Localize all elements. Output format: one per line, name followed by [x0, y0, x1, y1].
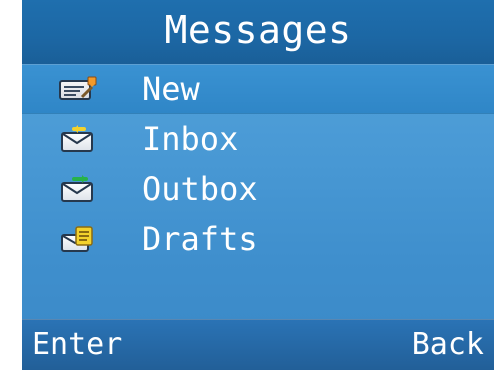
back-softkey[interactable]: Back	[412, 330, 484, 360]
menu-item-outbox[interactable]: Outbox	[22, 164, 494, 214]
title-bar: Messages	[22, 0, 494, 64]
menu-item-label: Inbox	[142, 120, 239, 158]
inbox-icon	[58, 125, 98, 153]
menu-item-label: Drafts	[142, 220, 258, 258]
menu-item-label: New	[142, 70, 200, 108]
new-message-icon	[58, 75, 98, 103]
menu-item-new[interactable]: New	[22, 64, 494, 114]
menu-item-inbox[interactable]: Inbox	[22, 114, 494, 164]
enter-softkey[interactable]: Enter	[32, 330, 122, 360]
menu-item-drafts[interactable]: Drafts	[22, 214, 494, 264]
messages-menu: New Inbox Outbox Drafts	[22, 64, 494, 264]
drafts-icon	[58, 225, 98, 253]
menu-item-label: Outbox	[142, 170, 258, 208]
softkey-bar: Enter Back	[22, 319, 494, 370]
phone-screen: Messages New Inbox Outbox Drafts Enter B…	[22, 0, 494, 370]
outbox-icon	[58, 175, 98, 203]
screen-title: Messages	[164, 8, 352, 52]
